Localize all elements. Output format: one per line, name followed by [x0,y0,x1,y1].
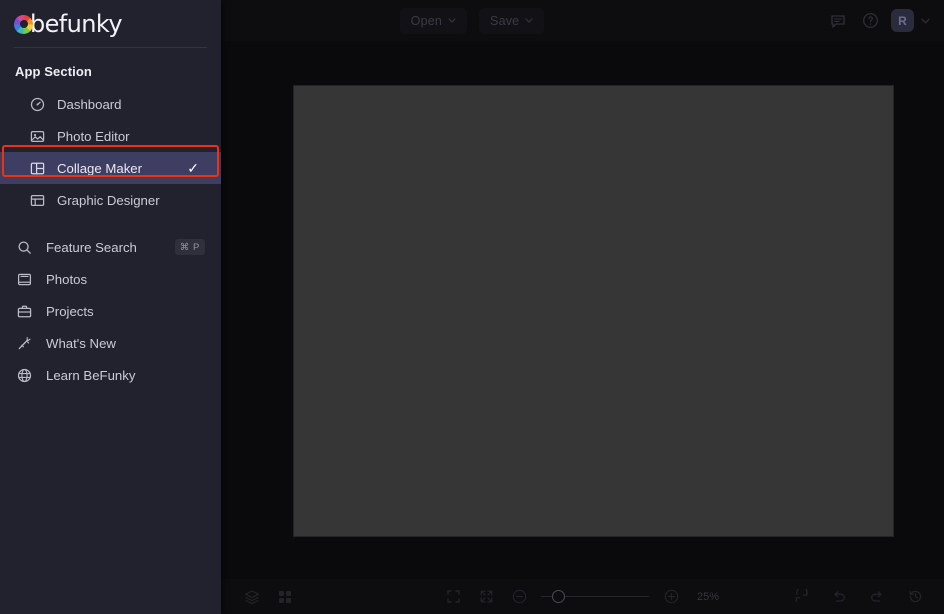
sidebar-item-collage-maker[interactable]: Collage Maker ✓ [0,152,221,184]
sidebar-item-label: Dashboard [57,96,122,112]
canvas-area[interactable] [221,41,944,579]
section-title: App Section [15,64,92,79]
fullscreen-icon[interactable] [475,586,497,608]
globe-icon [16,368,33,383]
sidebar-item-whats-new[interactable]: What's New [0,327,221,359]
chevron-down-icon [448,18,456,23]
collage-grid-icon [29,161,46,176]
sidebar-item-label: Collage Maker [57,160,143,176]
collage-canvas[interactable] [294,86,893,536]
sidebar-links-menu: Feature Search ⌘ P Photos Projects What'… [0,231,221,391]
avatar[interactable]: R [891,9,914,32]
fit-to-screen-icon[interactable] [442,586,464,608]
search-icon [16,240,33,255]
sidebar-item-projects[interactable]: Projects [0,295,221,327]
zoom-slider[interactable] [541,590,649,604]
bottom-bar: 25% [221,579,944,614]
history-icon[interactable] [904,586,926,608]
layout-icon [29,193,46,208]
avatar-chevron-down-icon[interactable] [921,18,930,24]
sidebar-item-label: What's New [46,335,116,351]
menu-spacer [0,216,221,222]
sidebar-item-label: Photo Editor [57,128,130,144]
sidebar-item-label: Feature Search [46,239,137,255]
top-bar-right-actions: R [827,9,930,32]
brand-logo[interactable]: befunky [0,0,221,39]
sidebar-item-learn-befunky[interactable]: Learn BeFunky [0,359,221,391]
help-circle-icon[interactable] [859,10,881,32]
undo-icon[interactable] [828,586,850,608]
sidebar-item-label: Photos [46,271,88,287]
bottom-bar-right-tools [790,586,926,608]
befunky-collage-maker-window: Open Save R 25% befunky App Section Dash… [0,0,944,614]
app-section-menu: Dashboard Photo Editor Collage Maker ✓ G… [0,88,221,216]
open-button[interactable]: Open [399,7,468,34]
zoom-level-label: 25% [696,590,720,603]
check-icon: ✓ [187,159,199,176]
sidebar-item-graphic-designer[interactable]: Graphic Designer [0,184,221,216]
save-button[interactable]: Save [479,7,545,34]
reset-icon[interactable] [790,586,812,608]
photos-icon [16,272,33,287]
redo-icon[interactable] [866,586,888,608]
sidebar-item-photos[interactable]: Photos [0,263,221,295]
zoom-out-icon[interactable] [508,586,530,608]
brand-name: befunky [30,10,123,38]
sidebar-item-feature-search[interactable]: Feature Search ⌘ P [0,231,221,263]
color-wheel-icon [14,14,33,34]
chevron-down-icon [525,18,533,23]
zoom-slider-thumb[interactable] [552,590,565,603]
app-sidebar: befunky App Section Dashboard Photo Edit… [0,0,221,614]
briefcase-icon [16,304,33,319]
save-button-label: Save [490,13,520,28]
open-button-label: Open [410,13,443,28]
keyboard-shortcut-badge: ⌘ P [174,239,205,255]
zoom-in-icon[interactable] [660,586,682,608]
sparkle-icon [16,336,33,351]
sidebar-item-label: Learn BeFunky [46,367,136,383]
feedback-icon[interactable] [827,10,849,32]
sidebar-item-photo-editor[interactable]: Photo Editor [0,120,221,152]
sidebar-item-label: Graphic Designer [57,192,160,208]
image-icon [29,129,46,144]
gauge-icon [29,97,46,112]
sidebar-item-label: Projects [46,303,94,319]
sidebar-item-dashboard[interactable]: Dashboard [0,88,221,120]
